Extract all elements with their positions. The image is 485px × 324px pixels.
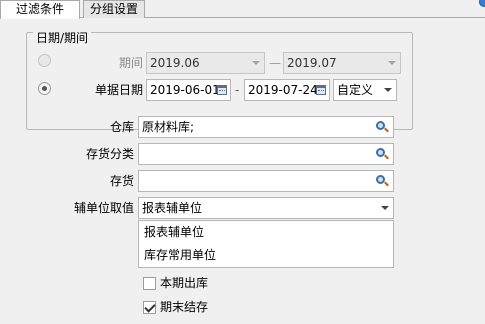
search-icon[interactable] — [376, 148, 389, 161]
aux-unit-option[interactable]: 库存常用单位 — [139, 244, 393, 267]
search-icon[interactable] — [376, 121, 389, 134]
search-icon[interactable] — [376, 175, 389, 188]
aux-unit-label: 辅单位取值 — [73, 201, 134, 215]
warehouse-field[interactable]: 原材料库; — [138, 116, 394, 138]
help-icon[interactable] — [479, 0, 485, 7]
doc-date-start-field[interactable]: 2019-06-01 — [146, 79, 231, 101]
period-separator: — — [269, 56, 281, 70]
period-end-value: 2019.07 — [287, 56, 337, 70]
current-period-outbound-checkbox[interactable] — [143, 277, 156, 290]
period-end-select[interactable]: 2019.07 — [283, 52, 401, 74]
period-start-select[interactable]: 2019.06 — [146, 52, 265, 74]
calendar-icon[interactable] — [217, 85, 227, 95]
filter-panel: 日期/期间 期间 2019.06 — 2019.07 单据日期 2019-06-… — [0, 18, 485, 324]
period-label: 期间 — [118, 56, 143, 70]
aux-unit-value: 报表辅单位 — [142, 201, 203, 215]
doc-date-label: 单据日期 — [94, 83, 143, 97]
calendar-icon[interactable] — [316, 85, 326, 95]
tab-filter-conditions[interactable]: 过滤条件 — [0, 0, 80, 19]
doc-date-radio[interactable] — [38, 82, 51, 95]
chevron-down-icon — [247, 53, 264, 73]
ending-balance-label: 期末结存 — [160, 300, 209, 314]
period-radio[interactable] — [38, 54, 51, 67]
tab-strip: 过滤条件 分组设置 — [0, 0, 485, 19]
chevron-down-icon — [383, 53, 400, 73]
period-start-value: 2019.06 — [150, 56, 200, 70]
chevron-down-icon — [379, 80, 396, 100]
warehouse-value: 原材料库; — [142, 120, 195, 134]
inventory-label: 存货 — [109, 174, 134, 188]
inventory-category-label: 存货分类 — [85, 147, 134, 161]
tab-group-settings[interactable]: 分组设置 — [83, 0, 145, 18]
ending-balance-checkbox[interactable] — [143, 301, 156, 314]
chevron-down-icon — [376, 198, 393, 218]
inventory-category-field[interactable] — [138, 143, 394, 165]
doc-date-start-value: 2019-06-01 — [150, 83, 220, 97]
date-range-type-select[interactable]: 自定义 — [333, 79, 397, 101]
doc-date-end-value: 2019-07-24 — [248, 83, 318, 97]
aux-unit-select[interactable]: 报表辅单位 — [138, 197, 394, 219]
current-period-outbound-label: 本期出库 — [160, 276, 209, 290]
warehouse-label: 仓库 — [109, 120, 134, 134]
date-period-legend: 日期/期间 — [33, 31, 92, 45]
doc-date-separator: - — [235, 83, 240, 97]
date-range-type-value: 自定义 — [337, 83, 374, 97]
doc-date-end-field[interactable]: 2019-07-24 — [244, 79, 330, 101]
aux-unit-dropdown-list: 报表辅单位 库存常用单位 — [138, 220, 394, 268]
inventory-field[interactable] — [138, 170, 394, 192]
aux-unit-option[interactable]: 报表辅单位 — [139, 221, 393, 244]
